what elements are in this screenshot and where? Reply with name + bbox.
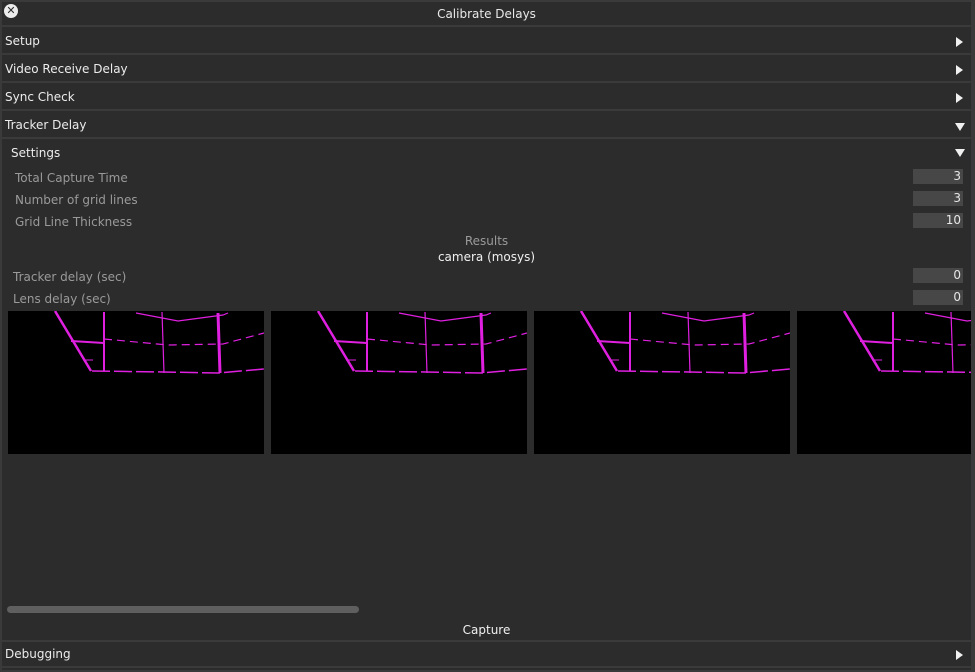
window-title: Calibrate Delays: [437, 7, 536, 21]
section-tracker-delay[interactable]: Tracker Delay: [2, 113, 971, 139]
section-setup[interactable]: Setup: [2, 29, 971, 55]
section-label: Video Receive Delay: [5, 62, 128, 76]
expand-arrow-icon: [956, 65, 963, 75]
capture-thumbnail[interactable]: [271, 311, 527, 454]
section-label: Tracker Delay: [5, 118, 87, 132]
field-label: Lens delay (sec): [13, 292, 111, 306]
collapse-arrow-icon: [955, 123, 965, 131]
section-label: Setup: [5, 34, 40, 48]
expand-arrow-icon: [956, 650, 963, 660]
camera-name: camera (mosys): [437, 250, 536, 264]
expand-arrow-icon: [956, 93, 963, 103]
title-bar: ✕ Calibrate Delays: [2, 2, 971, 27]
expand-arrow-icon: [956, 37, 963, 47]
lens-delay-input[interactable]: 0: [913, 290, 963, 305]
section-debugging[interactable]: Debugging: [2, 640, 971, 668]
calibrate-delays-window: ✕ Calibrate Delays Setup Video Receive D…: [2, 2, 971, 670]
grid-overlay-image: [316, 311, 527, 374]
capture-thumbnail[interactable]: [797, 311, 971, 454]
field-number-of-grid-lines: Number of grid lines 3: [2, 190, 971, 210]
grid-overlay-image: [579, 311, 790, 374]
settings-subsection[interactable]: Settings: [2, 142, 971, 164]
section-label: Debugging: [5, 647, 71, 661]
total-capture-time-input[interactable]: 3: [913, 169, 963, 184]
grid-overlay-image: [53, 311, 264, 374]
field-label: Grid Line Thickness: [15, 215, 133, 229]
results-heading: Results: [464, 234, 509, 248]
capture-thumbnail[interactable]: [534, 311, 790, 454]
capture-thumbnail[interactable]: [8, 311, 264, 454]
horizontal-scrollbar[interactable]: [7, 606, 359, 613]
capture-thumbnails: [2, 308, 971, 456]
section-sync-check[interactable]: Sync Check: [2, 85, 971, 111]
field-lens-delay: Lens delay (sec) 0: [2, 289, 971, 309]
section-label: Sync Check: [5, 90, 75, 104]
field-label: Number of grid lines: [15, 193, 138, 207]
field-label: Total Capture Time: [15, 171, 128, 185]
collapse-arrow-icon: [955, 149, 965, 157]
field-label: Tracker delay (sec): [13, 270, 127, 284]
field-tracker-delay: Tracker delay (sec) 0: [2, 267, 971, 287]
tracker-delay-input[interactable]: 0: [913, 268, 963, 283]
grid-line-thickness-input[interactable]: 10: [913, 213, 963, 228]
grid-overlay-image: [842, 311, 971, 374]
section-video-receive-delay[interactable]: Video Receive Delay: [2, 57, 971, 83]
capture-button[interactable]: Capture: [2, 623, 971, 637]
field-grid-line-thickness: Grid Line Thickness 10: [2, 212, 971, 232]
number-of-grid-lines-input[interactable]: 3: [913, 191, 963, 206]
settings-label: Settings: [11, 146, 61, 160]
field-total-capture-time: Total Capture Time 3: [2, 168, 971, 188]
